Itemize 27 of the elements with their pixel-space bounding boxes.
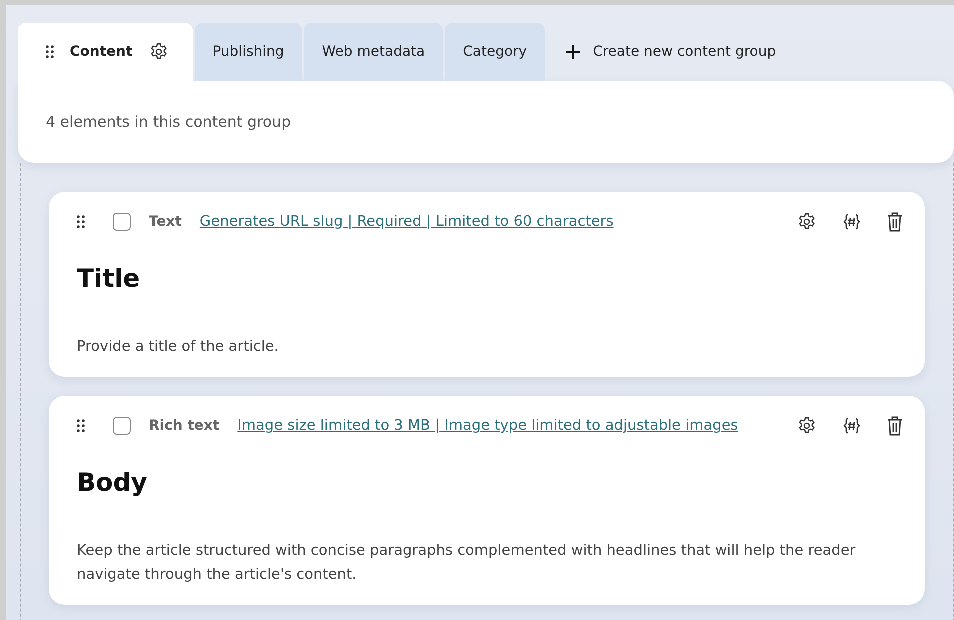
- hash-braces-icon[interactable]: [843, 213, 861, 231]
- element-count: 4 elements in this content group: [46, 113, 292, 131]
- element-description: Keep the article structured with concise paragraphs complemented with headlines that will help the reader navigate through the article's content.: [77, 542, 857, 585]
- settings-icon[interactable]: [148, 42, 169, 62]
- hash-braces-icon[interactable]: [843, 417, 861, 435]
- trash-icon[interactable]: [887, 416, 903, 436]
- element-type: Rich text: [149, 418, 220, 434]
- settings-icon[interactable]: [797, 212, 817, 232]
- group-tab[interactable]: Publishing: [194, 23, 302, 81]
- trash-icon[interactable]: [887, 212, 903, 232]
- group-tab[interactable]: Content: [18, 23, 193, 81]
- checkbox[interactable]: [113, 417, 131, 435]
- element-type: Text: [149, 214, 182, 230]
- drag-handle-icon[interactable]: [77, 419, 85, 433]
- plus-icon: [565, 44, 582, 60]
- group-tab[interactable]: Category: [445, 23, 546, 81]
- create-group-button[interactable]: Create new content group: [547, 23, 794, 81]
- element-name: Body: [77, 468, 148, 497]
- drag-handle-icon[interactable]: [46, 45, 54, 59]
- element-name: Title: [77, 264, 142, 293]
- group-tab[interactable]: Web metadata: [304, 23, 444, 81]
- guidelines-link[interactable]: Generates URL slug | Required | Limited to 60 characters: [200, 214, 614, 230]
- settings-icon[interactable]: [797, 416, 817, 436]
- guidelines-link[interactable]: Image size limited to 3 MB | Image type limited to adjustable images: [238, 418, 738, 434]
- checkbox[interactable]: [113, 213, 131, 231]
- element-description: Provide a title of the article.: [77, 338, 280, 357]
- drag-handle-icon[interactable]: [77, 215, 85, 229]
